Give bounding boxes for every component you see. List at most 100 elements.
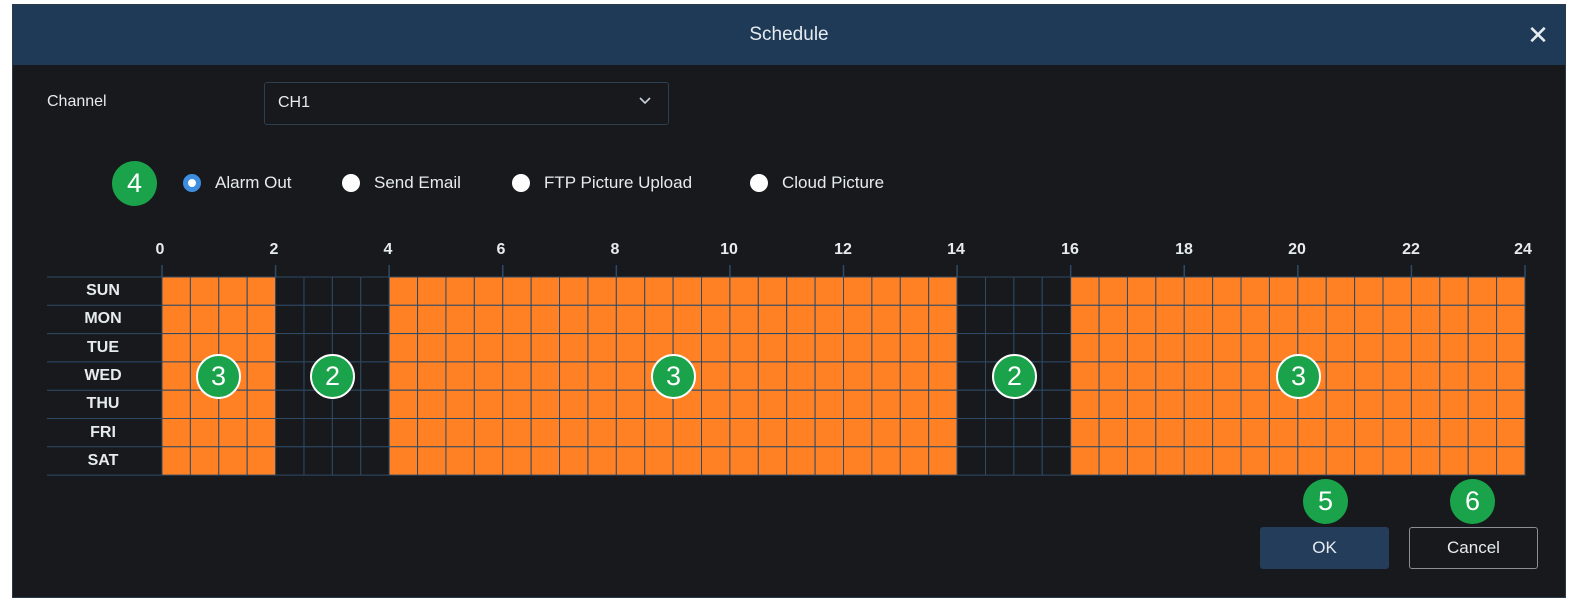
schedule-cell[interactable]: [1126, 418, 1157, 448]
schedule-cell[interactable]: [1240, 333, 1270, 363]
schedule-cell[interactable]: [1041, 361, 1072, 391]
schedule-cell[interactable]: [1070, 304, 1100, 335]
schedule-cell[interactable]: [1268, 276, 1299, 306]
schedule-cell[interactable]: [218, 276, 248, 306]
schedule-cell[interactable]: [189, 446, 220, 476]
schedule-cell[interactable]: [814, 304, 845, 335]
schedule-cell[interactable]: [275, 333, 305, 363]
schedule-cell[interactable]: [672, 276, 703, 306]
schedule-cell[interactable]: [871, 389, 901, 420]
schedule-cell[interactable]: [843, 446, 873, 476]
schedule-cell[interactable]: [786, 304, 816, 335]
schedule-cell[interactable]: [757, 418, 788, 448]
schedule-cell[interactable]: [1467, 418, 1498, 448]
schedule-cell[interactable]: [1098, 389, 1128, 420]
schedule-cell[interactable]: [1297, 304, 1327, 335]
schedule-cell[interactable]: [956, 361, 986, 391]
schedule-cell[interactable]: [843, 276, 873, 306]
schedule-cell[interactable]: [1155, 361, 1185, 391]
schedule-cell[interactable]: [1467, 389, 1498, 420]
schedule-cell[interactable]: [1382, 276, 1412, 306]
schedule-cell[interactable]: [1354, 446, 1384, 476]
schedule-cell[interactable]: [984, 418, 1015, 448]
schedule-cell[interactable]: [218, 446, 248, 476]
schedule-cell[interactable]: [331, 304, 362, 335]
schedule-cell[interactable]: [530, 333, 561, 363]
schedule-cell[interactable]: [530, 361, 561, 391]
schedule-cell[interactable]: [1382, 446, 1412, 476]
schedule-cell[interactable]: [615, 276, 646, 306]
schedule-cell[interactable]: [729, 276, 759, 306]
schedule-cell[interactable]: [701, 361, 731, 391]
schedule-cell[interactable]: [1325, 389, 1356, 420]
schedule-cell[interactable]: [984, 446, 1015, 476]
schedule-cell[interactable]: [218, 304, 248, 335]
schedule-cell[interactable]: [1354, 418, 1384, 448]
schedule-cell[interactable]: [899, 333, 930, 363]
schedule-cell[interactable]: [1126, 304, 1157, 335]
schedule-cell[interactable]: [246, 276, 277, 306]
schedule-cell[interactable]: [417, 276, 447, 306]
schedule-cell[interactable]: [189, 276, 220, 306]
schedule-cell[interactable]: [275, 304, 305, 335]
schedule-cell[interactable]: [275, 446, 305, 476]
schedule-cell[interactable]: [1098, 276, 1128, 306]
schedule-cell[interactable]: [701, 418, 731, 448]
schedule-cell[interactable]: [1325, 304, 1356, 335]
schedule-cell[interactable]: [1382, 418, 1412, 448]
schedule-cell[interactable]: [956, 446, 986, 476]
schedule-cell[interactable]: [388, 304, 419, 335]
schedule-cell[interactable]: [729, 361, 759, 391]
schedule-cell[interactable]: [1439, 418, 1469, 448]
schedule-cell[interactable]: [1183, 361, 1214, 391]
schedule-cell[interactable]: [615, 333, 646, 363]
schedule-cell[interactable]: [1297, 418, 1327, 448]
schedule-cell[interactable]: [530, 389, 561, 420]
schedule-cell[interactable]: [1325, 333, 1356, 363]
schedule-cell[interactable]: [1041, 446, 1072, 476]
schedule-cell[interactable]: [502, 418, 532, 448]
schedule-cell[interactable]: [1496, 361, 1526, 391]
schedule-cell[interactable]: [445, 446, 475, 476]
schedule-cell[interactable]: [161, 446, 191, 476]
schedule-cell[interactable]: [530, 304, 561, 335]
schedule-cell[interactable]: [246, 418, 277, 448]
schedule-cell[interactable]: [1410, 361, 1441, 391]
schedule-cell[interactable]: [1013, 418, 1043, 448]
schedule-cell[interactable]: [587, 389, 617, 420]
schedule-cell[interactable]: [1410, 446, 1441, 476]
schedule-cell[interactable]: [303, 418, 333, 448]
schedule-cell[interactable]: [928, 418, 958, 448]
schedule-cell[interactable]: [530, 446, 561, 476]
schedule-cell[interactable]: [644, 304, 674, 335]
schedule-cell[interactable]: [1268, 418, 1299, 448]
schedule-cell[interactable]: [1183, 276, 1214, 306]
schedule-cell[interactable]: [615, 361, 646, 391]
schedule-cell[interactable]: [1041, 389, 1072, 420]
schedule-cell[interactable]: [786, 361, 816, 391]
schedule-cell[interactable]: [218, 418, 248, 448]
schedule-cell[interactable]: [786, 276, 816, 306]
schedule-cell[interactable]: [559, 446, 589, 476]
schedule-cell[interactable]: [1212, 304, 1242, 335]
schedule-cell[interactable]: [1098, 418, 1128, 448]
schedule-cell[interactable]: [1013, 276, 1043, 306]
schedule-cell[interactable]: [899, 276, 930, 306]
schedule-cell[interactable]: [701, 446, 731, 476]
schedule-cell[interactable]: [1212, 389, 1242, 420]
schedule-cell[interactable]: [246, 333, 277, 363]
schedule-cell[interactable]: [984, 276, 1015, 306]
schedule-cell[interactable]: [1382, 361, 1412, 391]
schedule-cell[interactable]: [757, 361, 788, 391]
schedule-cell[interactable]: [814, 361, 845, 391]
schedule-cell[interactable]: [814, 418, 845, 448]
schedule-cell[interactable]: [360, 389, 390, 420]
schedule-cell[interactable]: [729, 418, 759, 448]
schedule-cell[interactable]: [814, 276, 845, 306]
schedule-cell[interactable]: [814, 333, 845, 363]
schedule-cell[interactable]: [502, 276, 532, 306]
schedule-cell[interactable]: [1325, 418, 1356, 448]
schedule-cell[interactable]: [1098, 333, 1128, 363]
schedule-cell[interactable]: [1240, 276, 1270, 306]
schedule-cell[interactable]: [1183, 389, 1214, 420]
